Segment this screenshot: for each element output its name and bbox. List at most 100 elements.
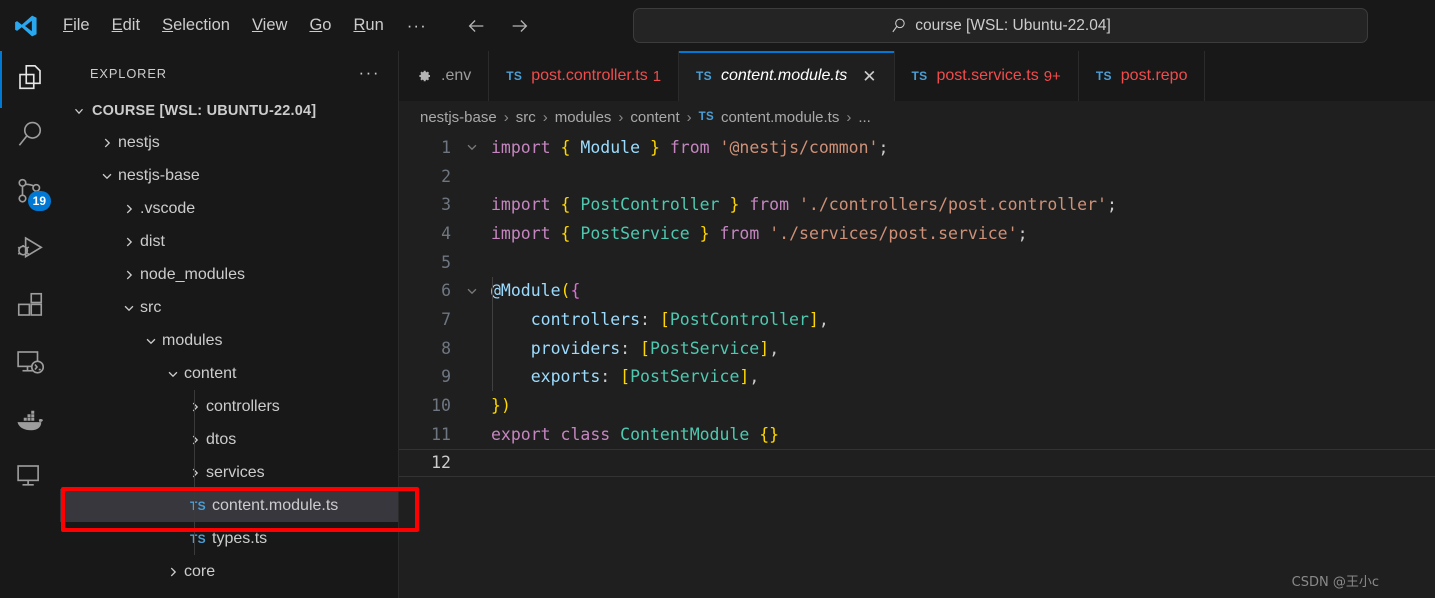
fold-chevron-icon[interactable] <box>461 140 483 154</box>
activity-search[interactable] <box>0 108 60 165</box>
tree-folder-content[interactable]: content <box>60 357 398 390</box>
workspace-root-row[interactable]: COURSE [WSL: UBUNTU-22.04] <box>60 95 398 126</box>
tree-folder-dtos[interactable]: dtos <box>60 423 398 456</box>
code-line[interactable]: 12 <box>399 448 1435 478</box>
code-line[interactable]: 2 <box>399 162 1435 191</box>
breadcrumb-overflow[interactable]: ... <box>858 109 871 126</box>
tab-label: post.repo <box>1120 67 1188 84</box>
code-line[interactable]: 10}) <box>399 391 1435 420</box>
code-editor[interactable]: 1 import { Module } from '@nestjs/common'… <box>399 133 1435 598</box>
editor-tab-bar: .env TS post.controller.ts 1 TS content.modul… <box>399 51 1435 101</box>
tree-folder-modules[interactable]: modules <box>60 324 398 357</box>
search-icon <box>15 119 45 154</box>
editor-tab-post.repo[interactable]: TS post.repo <box>1078 51 1206 101</box>
tab-label: post.controller.ts <box>531 67 648 84</box>
arrow-left-icon[interactable] <box>463 13 489 39</box>
chevron-right-icon <box>118 202 140 216</box>
tree-folder-nestjs-base[interactable]: nestjs-base <box>60 159 398 192</box>
breadcrumb-item[interactable]: src <box>516 109 536 126</box>
explorer-title: EXPLORER <box>90 65 167 81</box>
tab-error-count: 1 <box>652 67 662 85</box>
activity-remote-explorer[interactable] <box>0 336 60 393</box>
line-number: 6 <box>441 281 451 301</box>
command-center[interactable]: course [WSL: Ubuntu-22.04] <box>633 8 1368 43</box>
code-line[interactable]: 3 import { PostController } from './contr… <box>399 190 1435 219</box>
line-number: 1 <box>441 137 451 157</box>
tree-item-label: src <box>140 298 162 316</box>
tree-folder-.vscode[interactable]: .vscode <box>60 192 398 225</box>
code-content: 1 import { Module } from '@nestjs/common'… <box>399 133 1435 478</box>
breadcrumb-separator: › <box>846 108 852 126</box>
tree-folder-node_modules[interactable]: node_modules <box>60 258 398 291</box>
activity-source-control[interactable]: 19 <box>0 165 60 222</box>
menu-run[interactable]: Run <box>342 13 394 38</box>
chevron-right-icon <box>118 235 140 249</box>
arrow-right-icon[interactable] <box>507 13 533 39</box>
breadcrumb-item[interactable]: nestjs-base <box>420 109 497 126</box>
typescript-file-icon: TS <box>911 69 928 83</box>
line-number: 10 <box>431 396 451 416</box>
chevron-right-icon <box>184 433 206 447</box>
menu-edit[interactable]: Edit <box>101 13 151 38</box>
explorer-sidebar: EXPLORER ··· COURSE [WSL: UBUNTU-22.04] … <box>60 51 399 598</box>
breadcrumb-file[interactable]: content.module.ts <box>721 109 839 126</box>
code-line[interactable]: 9 exports: [PostService], <box>399 363 1435 392</box>
code-line[interactable]: 4 import { PostService } from './services… <box>399 219 1435 248</box>
gear-icon <box>416 68 432 84</box>
breadcrumb-item[interactable]: modules <box>555 109 612 126</box>
editor-tab-post.service.ts[interactable]: TS post.service.ts 9+ <box>894 51 1079 101</box>
chevron-right-icon <box>118 268 140 282</box>
line-number: 5 <box>441 252 451 272</box>
code-line[interactable]: 1 import { Module } from '@nestjs/common'… <box>399 133 1435 162</box>
breadcrumb-item[interactable]: content <box>630 109 679 126</box>
tree-folder-nestjs[interactable]: nestjs <box>60 126 398 159</box>
line-number: 11 <box>431 424 451 444</box>
navigation-buttons <box>463 13 533 39</box>
editor-tab-.env[interactable]: .env <box>399 51 490 101</box>
editor-tab-content.module.ts[interactable]: TS content.module.ts ✕ <box>679 51 895 101</box>
menu-selection[interactable]: Selection <box>151 13 241 38</box>
tree-folder-controllers[interactable]: controllers <box>60 390 398 423</box>
code-line[interactable]: 8 providers: [PostService], <box>399 334 1435 363</box>
code-line[interactable]: 6 @Module({ <box>399 276 1435 305</box>
tree-folder-core[interactable]: core <box>60 555 398 588</box>
tree-item-label: dtos <box>206 430 237 448</box>
tree-file-types.ts[interactable]: TS types.ts <box>60 522 398 555</box>
code-text: import { PostService } from './services/… <box>491 223 1028 243</box>
explorer-header: EXPLORER ··· <box>60 51 398 95</box>
explorer-more-actions-button[interactable]: ··· <box>359 63 380 83</box>
activity-docker[interactable] <box>0 393 60 450</box>
fold-chevron-icon[interactable] <box>461 284 483 298</box>
chevron-down-icon <box>118 301 140 315</box>
screen-icon <box>15 461 45 496</box>
indent-guide <box>194 390 195 555</box>
activity-explorer[interactable] <box>0 51 60 108</box>
activity-extensions[interactable] <box>0 279 60 336</box>
tree-folder-services[interactable]: services <box>60 456 398 489</box>
tree-item-label: .vscode <box>140 199 196 217</box>
close-icon[interactable]: ✕ <box>862 68 876 85</box>
line-number: 2 <box>441 166 451 186</box>
tree-file-content.module.ts[interactable]: TS content.module.ts <box>60 489 398 522</box>
activity-run-and-debug[interactable] <box>0 222 60 279</box>
tree-folder-src[interactable]: src <box>60 291 398 324</box>
remote-explorer-icon <box>15 347 45 382</box>
code-line[interactable]: 7 controllers: [PostController], <box>399 305 1435 334</box>
menu-overflow-button[interactable]: ··· <box>395 14 439 38</box>
breadcrumb: nestjs-base › src › modules › content › TS conten… <box>399 101 1435 133</box>
editor-tab-post.controller.ts[interactable]: TS post.controller.ts 1 <box>489 51 680 101</box>
tree-item-label: core <box>184 562 216 580</box>
workspace-root-label: COURSE [WSL: UBUNTU-22.04] <box>92 102 317 119</box>
tree-item-label: nestjs <box>118 133 160 151</box>
tree-item-label: content <box>184 364 237 382</box>
code-line[interactable]: 5 <box>399 248 1435 277</box>
line-number: 4 <box>441 223 451 243</box>
menu-view[interactable]: View <box>241 13 298 38</box>
activity-bar: 19 <box>0 51 60 598</box>
tree-folder-dist[interactable]: dist <box>60 225 398 258</box>
file-tree: nestjs nestjs-base .vscode dist node_modules… <box>60 126 398 588</box>
activity-testing[interactable] <box>0 450 60 507</box>
menu-go[interactable]: Go <box>298 13 342 38</box>
code-line[interactable]: 11 export class ContentModule {} <box>399 420 1435 449</box>
menu-file[interactable]: File <box>52 13 101 38</box>
